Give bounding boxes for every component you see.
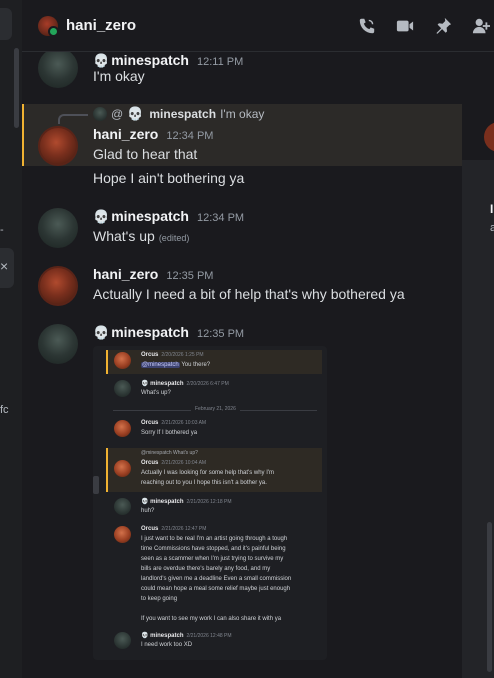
skull-icon: 💀: [93, 53, 110, 68]
video-camera-icon[interactable]: [396, 17, 414, 35]
message-author[interactable]: 💀 minespatch: [93, 208, 189, 225]
message-text: bills are overdue there's barely any foo…: [141, 566, 271, 572]
profile-panel: I a: [462, 52, 494, 678]
avatar[interactable]: [38, 52, 78, 88]
avatar: [114, 498, 131, 515]
message-author: 💀 minespatch: [141, 499, 184, 505]
profile-glyph: a: [490, 222, 494, 234]
avatar: [114, 352, 131, 369]
message-timestamp: 2/20/2026 6:47 PM: [186, 381, 229, 387]
sidebar-glyph: fc: [0, 404, 9, 416]
attachment-scrollbar: [93, 476, 99, 494]
message-text: seen as a scammer when I'm just trying t…: [141, 556, 284, 562]
skull-icon: 💀: [127, 106, 144, 121]
message-timestamp: 2/21/2026 12:18 PM: [186, 499, 232, 505]
user-mention: @minespatch: [141, 362, 180, 368]
message-text: reaching out to you I hope this isn't a …: [141, 480, 267, 486]
message-author[interactable]: 💀 minespatch: [93, 324, 189, 341]
pin-icon[interactable]: [434, 17, 452, 35]
phone-call-icon[interactable]: [358, 17, 376, 35]
page-title: hani_zero: [66, 17, 137, 34]
message-timestamp: 12:34 PM: [197, 212, 245, 224]
message-timestamp: 12:34 PM: [166, 130, 214, 142]
avatar: [114, 380, 131, 397]
message-author[interactable]: hani_zero: [93, 266, 158, 282]
message-timestamp: 2/21/2026 12:48 PM: [186, 633, 232, 639]
add-member-icon[interactable]: [472, 17, 490, 35]
skull-icon: 💀: [93, 325, 110, 340]
message-text: I'm okay: [93, 68, 145, 84]
message-text: What's up (edited): [93, 228, 190, 244]
message-text: Hope I ain't bothering ya: [93, 170, 245, 186]
message-author: 💀 minespatch: [141, 633, 184, 639]
message-text: time Commissions have stopped, and it's …: [141, 546, 286, 552]
server-sidebar: - × fc: [0, 0, 22, 678]
message-text: You there?: [181, 362, 211, 368]
search-box[interactable]: [0, 8, 12, 40]
avatar[interactable]: [38, 208, 78, 248]
avatar: [114, 420, 131, 437]
message-text: Sorry If I bothered ya: [141, 430, 198, 436]
message-text: Actually I need a bit of help that's why…: [93, 286, 405, 302]
reply-text: I'm okay: [220, 107, 265, 121]
message-timestamp: 2/21/2026 10:03 AM: [161, 420, 207, 426]
date-divider-label: February 21, 2026: [191, 406, 240, 412]
message-timestamp: 12:35 PM: [166, 270, 214, 282]
header-actions: [358, 0, 494, 52]
reply-author: minespatch: [149, 107, 217, 121]
message-timestamp: 2/21/2026 12:47 PM: [161, 526, 207, 532]
message-text: could mean hope a meal some relief maybe…: [141, 586, 291, 592]
edited-label: (edited): [158, 233, 190, 243]
avatar[interactable]: [38, 266, 78, 306]
reply-connector: [58, 114, 88, 124]
message-text: huh?: [141, 508, 155, 514]
message-text: Actually I was looking for some help tha…: [141, 470, 275, 476]
message-timestamp: 2/21/2026 10:04 AM: [161, 460, 207, 466]
skull-icon: 💀: [93, 209, 110, 224]
message-author[interactable]: hani_zero: [93, 126, 158, 142]
avatar[interactable]: [38, 15, 59, 37]
message-author: Orcus: [141, 420, 159, 426]
message-text: landlord's given me a deadline Even a sm…: [141, 576, 292, 582]
message-author: 💀 minespatch: [141, 381, 184, 387]
message-text: Glad to hear that: [93, 146, 198, 162]
reply-mention-symbol: @: [111, 107, 124, 121]
avatar[interactable]: [38, 324, 78, 364]
avatar[interactable]: [38, 126, 78, 166]
sidebar-scrollbar[interactable]: [14, 48, 19, 128]
reply-preview: @minespatch What's up?: [141, 450, 198, 456]
message-author: Orcus: [141, 526, 159, 532]
avatar: [93, 107, 107, 121]
message-text: I need work too XD: [141, 642, 193, 648]
profile-glyph: I: [490, 202, 494, 216]
mention-highlight: [106, 350, 322, 374]
message-author: Orcus: [141, 352, 159, 358]
close-icon[interactable]: ×: [0, 258, 8, 274]
message-author[interactable]: 💀 minespatch: [93, 52, 189, 69]
message-timestamp: 12:35 PM: [197, 328, 245, 340]
avatar: [114, 526, 131, 543]
reply-preview[interactable]: @ 💀 minespatch I'm okay: [93, 106, 264, 122]
message-text: What's up?: [141, 390, 171, 396]
message-text: If you want to see my work I can also sh…: [141, 616, 282, 622]
sidebar-glyph: -: [0, 224, 4, 236]
avatar: [114, 460, 131, 477]
message-timestamp: 12:11 PM: [197, 56, 244, 68]
chat-header: hani_zero: [22, 0, 494, 52]
message-text: I just want to be real I'm an artist goi…: [141, 536, 288, 542]
message-author: Orcus: [141, 460, 159, 466]
image-attachment[interactable]: Orcus 2/20/2026 1:25 PM @minespatch You t…: [93, 346, 327, 660]
message-text: to keep going: [141, 596, 178, 602]
date-divider: February 21, 2026: [113, 406, 317, 412]
avatar: [114, 632, 131, 649]
message-timestamp: 2/20/2026 1:25 PM: [161, 352, 204, 358]
panel-scrollbar[interactable]: [487, 522, 492, 672]
